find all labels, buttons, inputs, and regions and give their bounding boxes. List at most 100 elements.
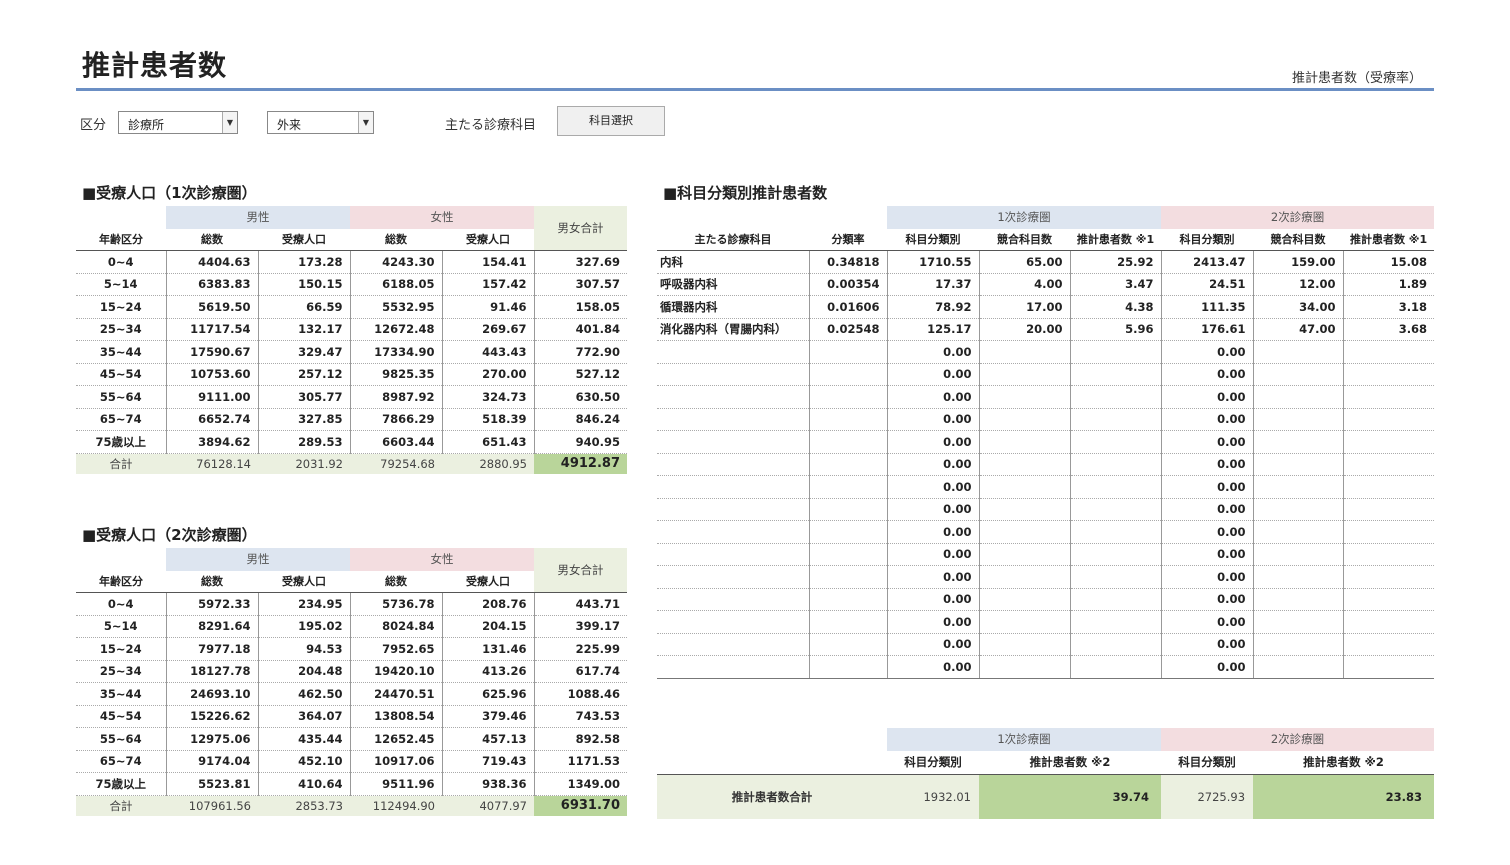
visit-type-select[interactable]: 外来 ▼ bbox=[267, 111, 374, 134]
subject-row: 0.00 0.00 bbox=[657, 633, 1435, 656]
table-row: 15~24 5619.50 66.59 5532.95 91.46 158.05 bbox=[76, 295, 627, 319]
value-cell: 257.12 bbox=[257, 363, 350, 386]
subject-cell bbox=[657, 340, 809, 364]
subject-value-cell bbox=[1252, 498, 1344, 521]
value-cell: 234.95 bbox=[257, 592, 350, 616]
pop2-title: ■受療人口（2次診療圏） bbox=[82, 526, 257, 544]
age-group-cell: 75歳以上 bbox=[76, 772, 166, 796]
female-total-pop-header: 総数 bbox=[350, 228, 442, 251]
value-cell: 154.41 bbox=[441, 250, 534, 274]
chevron-down-icon[interactable]: ▼ bbox=[222, 112, 237, 133]
male-header: 男性 bbox=[166, 206, 350, 229]
value-cell: 324.73 bbox=[441, 385, 534, 409]
value-cell: 625.96 bbox=[441, 682, 534, 706]
value-cell: 15226.62 bbox=[165, 705, 258, 728]
value-cell: 204.48 bbox=[257, 660, 350, 683]
subject-value-cell: 0.00 bbox=[1160, 610, 1254, 634]
area2-compete-header: 競合科目数 bbox=[1253, 228, 1344, 251]
subject-value-cell bbox=[1342, 453, 1435, 476]
value-cell: 5532.95 bbox=[349, 295, 442, 319]
subject-value-cell: 17.00 bbox=[978, 295, 1070, 319]
value-cell: 719.43 bbox=[441, 750, 534, 773]
value-cell: 12652.45 bbox=[349, 727, 442, 751]
subject-value-cell bbox=[978, 453, 1070, 476]
area2-estimate-header: 推計患者数 ※1 bbox=[1343, 228, 1435, 251]
value-cell: 327.69 bbox=[533, 250, 627, 274]
subject-value-cell: 159.00 bbox=[1252, 250, 1344, 274]
chevron-down-icon[interactable]: ▼ bbox=[358, 112, 373, 133]
total-cell: 79254.68 bbox=[350, 453, 442, 474]
subject-value-cell: 0.00 bbox=[886, 408, 979, 431]
subject-value-cell bbox=[1252, 633, 1344, 656]
subject-row: 0.00 0.00 bbox=[657, 363, 1435, 386]
subject-value-cell bbox=[1252, 475, 1344, 499]
subject-cell bbox=[657, 588, 809, 611]
subject-value-cell bbox=[1342, 475, 1435, 499]
subject-value-cell: 15.08 bbox=[1342, 250, 1435, 274]
male-patient-pop-header: 受療人口 bbox=[258, 228, 350, 251]
table-row: 75歳以上 5523.81 410.64 9511.96 938.36 1349.00 bbox=[76, 772, 627, 796]
subject-value-cell bbox=[808, 520, 887, 544]
subject-label: 主たる診療科目 bbox=[445, 118, 537, 133]
subject-value-cell bbox=[808, 453, 887, 476]
age-group-cell: 35~44 bbox=[76, 340, 166, 364]
subject-row: 0.00 0.00 bbox=[657, 588, 1435, 611]
subject-value-cell: 24.51 bbox=[1160, 273, 1254, 296]
subject-value-cell bbox=[1342, 655, 1435, 679]
subject-row: 内科 0.34818 1710.55 65.00 25.92 2413.47 159.00 1… bbox=[657, 250, 1435, 274]
summary-area1-estimate-value: 39.74 bbox=[979, 774, 1162, 819]
subject-value-cell: 0.00 bbox=[1160, 655, 1254, 679]
age-group-cell: 0~4 bbox=[76, 250, 166, 274]
value-cell: 651.43 bbox=[441, 430, 534, 454]
value-cell: 772.90 bbox=[533, 340, 627, 364]
subject-value-cell: 78.92 bbox=[886, 295, 979, 319]
subject-row: 0.00 0.00 bbox=[657, 340, 1435, 364]
value-cell: 9174.04 bbox=[165, 750, 258, 773]
subject-row: 循環器内科 0.01606 78.92 17.00 4.38 111.35 34.00 3.1… bbox=[657, 295, 1435, 319]
value-cell: 24693.10 bbox=[165, 682, 258, 706]
facility-select[interactable]: 診療所 ▼ bbox=[118, 111, 238, 134]
subject-value-cell bbox=[1342, 363, 1435, 386]
area1-header: 1次診療圏 bbox=[887, 206, 1162, 229]
value-cell: 364.07 bbox=[257, 705, 350, 728]
subject-value-cell bbox=[978, 543, 1070, 566]
age-group-cell: 75歳以上 bbox=[76, 430, 166, 454]
subject-value-cell: 2413.47 bbox=[1160, 250, 1254, 274]
age-group-cell: 45~54 bbox=[76, 705, 166, 728]
pop2-table: 男性 女性 男女合計 年齢区分 総数 受療人口 総数 受療人口 0~4 5972.… bbox=[76, 548, 627, 816]
subject-value-cell bbox=[808, 588, 887, 611]
subject-select-button[interactable]: 科目選択 bbox=[557, 106, 665, 136]
summary-area2-estimate-value: 23.83 bbox=[1253, 774, 1435, 819]
female-header: 女性 bbox=[350, 548, 534, 571]
table-row: 65~74 9174.04 452.10 10917.06 719.43 1171.53 bbox=[76, 750, 627, 773]
subject-value-cell: 0.00 bbox=[886, 610, 979, 634]
table-row: 45~54 15226.62 364.07 13808.54 379.46 743.53 bbox=[76, 705, 627, 728]
subject-value-cell bbox=[808, 498, 887, 521]
table-row: 5~14 6383.83 150.15 6188.05 157.42 307.57 bbox=[76, 273, 627, 296]
value-cell: 24470.51 bbox=[349, 682, 442, 706]
subject-value-cell: 12.00 bbox=[1252, 273, 1344, 296]
summary-area2-header: 2次診療圏 bbox=[1161, 728, 1435, 751]
subject-value-cell bbox=[808, 430, 887, 454]
value-cell: 327.85 bbox=[257, 408, 350, 431]
subject-row: 0.00 0.00 bbox=[657, 520, 1435, 544]
subject-value-cell bbox=[978, 633, 1070, 656]
value-cell: 12672.48 bbox=[349, 318, 442, 341]
subject-row: 0.00 0.00 bbox=[657, 498, 1435, 521]
value-cell: 443.71 bbox=[533, 592, 627, 616]
subject-value-cell bbox=[978, 385, 1070, 409]
value-cell: 7866.29 bbox=[349, 408, 442, 431]
subject-value-cell bbox=[978, 498, 1070, 521]
subject-value-cell bbox=[978, 610, 1070, 634]
subject-row: 0.00 0.00 bbox=[657, 430, 1435, 454]
value-cell: 270.00 bbox=[441, 363, 534, 386]
subject-value-cell: 4.00 bbox=[978, 273, 1070, 296]
subject-cell: 内科 bbox=[657, 250, 809, 274]
subject-value-cell bbox=[808, 475, 887, 499]
subject-cell bbox=[657, 655, 809, 679]
subject-cell bbox=[657, 633, 809, 656]
grand-total-cell: 6931.70 bbox=[534, 795, 627, 816]
value-cell: 17590.67 bbox=[165, 340, 258, 364]
value-cell: 1088.46 bbox=[533, 682, 627, 706]
category-label: 区分 bbox=[80, 118, 107, 133]
